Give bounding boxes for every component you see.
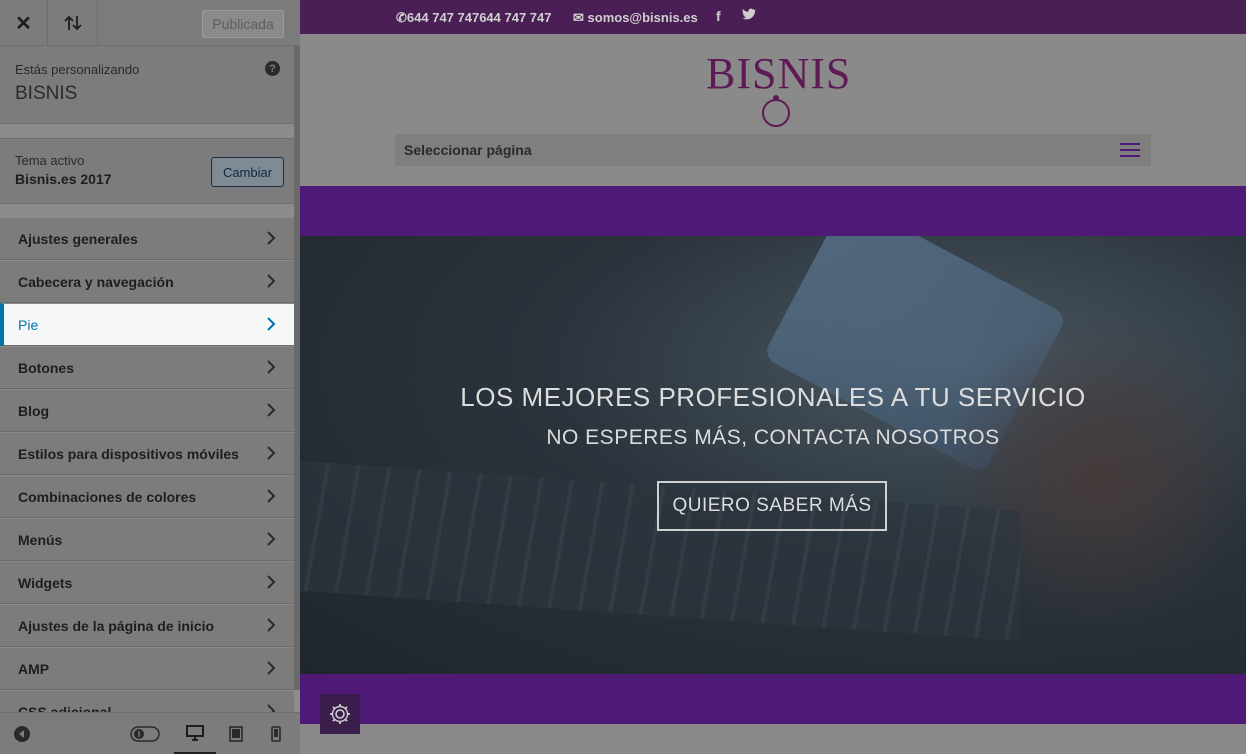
mail-icon: ✉ xyxy=(573,10,584,25)
panel-item[interactable]: Ajustes generales xyxy=(0,217,294,260)
panel-label: Combinaciones de colores xyxy=(18,489,197,505)
panel-item[interactable]: Menús xyxy=(0,518,294,561)
panel-label: Widgets xyxy=(18,575,73,591)
publish-button[interactable]: Publicada xyxy=(202,10,284,38)
site-name: BISNIS xyxy=(15,83,78,104)
chevron-right-icon xyxy=(267,231,276,245)
site-header: BISNIS Seleccionar página xyxy=(300,34,1246,186)
hero-title: LOS MEJORES PROFESIONALES A TU SERVICIO xyxy=(460,382,1086,412)
customizing-info: Estás personalizando BISNIS ? xyxy=(0,46,294,124)
customizing-label: Estás personalizando xyxy=(15,62,140,77)
panel-item[interactable]: Botones xyxy=(0,346,294,389)
page-select-menu[interactable]: Seleccionar página xyxy=(395,134,1151,166)
panel-item[interactable]: Ajustes de la página de inicio xyxy=(0,604,294,647)
chevron-right-icon xyxy=(267,575,276,589)
panel-item[interactable]: Widgets xyxy=(0,561,294,604)
email-address: somos@bisnis.es xyxy=(587,10,698,25)
collapse-icon[interactable] xyxy=(10,713,34,754)
mobile-icon[interactable] xyxy=(256,713,296,754)
change-theme-button[interactable]: Cambiar xyxy=(211,157,284,187)
chevron-right-icon xyxy=(267,618,276,632)
settings-icon[interactable] xyxy=(320,694,360,734)
panel-item-active[interactable]: Pie xyxy=(0,303,294,346)
customizer-footer xyxy=(0,712,300,754)
twitter-icon[interactable] xyxy=(742,8,757,23)
toggle-icon[interactable] xyxy=(128,713,162,754)
panel-item[interactable]: Blog xyxy=(0,389,294,432)
hero-cta-button[interactable]: QUIERO SABER MÁS xyxy=(657,481,887,531)
hero-subtitle: NO ESPERES MÁS, CONTACTA NOSOTROS xyxy=(546,426,1000,449)
desktop-icon[interactable] xyxy=(174,713,216,754)
chevron-right-icon xyxy=(267,317,276,331)
chevron-right-icon xyxy=(267,489,276,503)
panel-label: Pie xyxy=(18,317,39,333)
chevron-right-icon xyxy=(267,274,276,288)
customizer-sidebar: ✕ Publicada Estás personalizando BISNIS … xyxy=(0,0,300,754)
phone-info: ✆644 747 747644 747 747 xyxy=(396,10,552,26)
panel-label: Ajustes generales xyxy=(18,231,138,247)
chevron-right-icon xyxy=(267,661,276,675)
panel-label: Menús xyxy=(18,532,63,548)
customizer-header: ✕ Publicada xyxy=(0,0,300,46)
phone-number: 644 747 747644 747 747 xyxy=(406,10,552,25)
panel-label: AMP xyxy=(18,661,50,677)
hamburger-icon[interactable] xyxy=(1119,142,1141,158)
site-logo[interactable]: BISNIS xyxy=(706,48,856,127)
panel-label: Botones xyxy=(18,360,74,376)
chevron-right-icon xyxy=(267,446,276,460)
panel-label: Cabecera y navegación xyxy=(18,274,174,290)
panel-label: Ajustes de la página de inicio xyxy=(18,618,215,634)
phone-icon: ✆ xyxy=(396,10,407,25)
panel-label: Blog xyxy=(18,403,50,419)
panel-list: Ajustes generales Cabecera y navegación … xyxy=(0,217,294,720)
purple-band-bottom xyxy=(300,674,1246,724)
logo-ring-icon xyxy=(762,95,790,127)
panel-item[interactable]: Combinaciones de colores xyxy=(0,475,294,518)
site-preview: ✆644 747 747644 747 747 ✉ somos@bisnis.e… xyxy=(300,0,1246,754)
close-icon[interactable]: ✕ xyxy=(0,0,48,46)
panel-label: Estilos para dispositivos móviles xyxy=(18,446,239,462)
chevron-right-icon xyxy=(267,360,276,374)
theme-name: Bisnis.es 2017 xyxy=(15,171,112,187)
panel-item[interactable]: Cabecera y navegación xyxy=(0,260,294,303)
tablet-icon[interactable] xyxy=(216,713,256,754)
active-theme-section: Tema activo Bisnis.es 2017 Cambiar xyxy=(0,138,294,204)
page-select-label: Seleccionar página xyxy=(404,142,532,158)
chevron-right-icon xyxy=(267,532,276,546)
theme-label: Tema activo xyxy=(15,153,85,168)
bottom-strip xyxy=(300,724,1246,754)
email-info: ✉ somos@bisnis.es xyxy=(573,10,698,26)
purple-band xyxy=(300,186,1246,236)
panel-item[interactable]: AMP xyxy=(0,647,294,690)
facebook-icon[interactable]: f xyxy=(716,8,721,24)
hero-section: LOS MEJORES PROFESIONALES A TU SERVICIO … xyxy=(300,236,1246,674)
panel-item[interactable]: Estilos para dispositivos móviles xyxy=(0,432,294,475)
chevron-right-icon xyxy=(267,403,276,417)
reorder-icon[interactable] xyxy=(48,0,98,46)
help-icon[interactable]: ? xyxy=(265,61,280,76)
contact-top-bar: ✆644 747 747644 747 747 ✉ somos@bisnis.e… xyxy=(300,0,1246,34)
